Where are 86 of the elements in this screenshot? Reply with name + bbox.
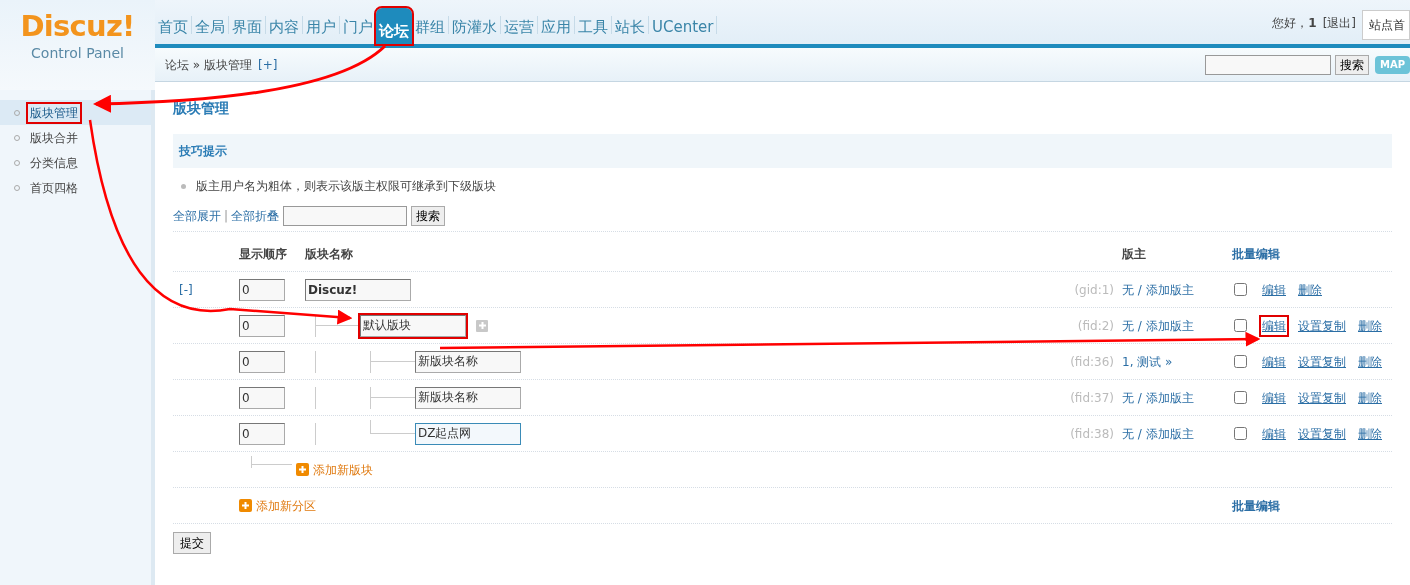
action-link[interactable]: 删除 — [1357, 424, 1383, 443]
filter-search-button[interactable]: 搜索 — [411, 205, 446, 226]
moderator-link[interactable]: 无 / 添加版主 — [1122, 316, 1232, 335]
sidebar-item[interactable]: 版块管理 — [0, 100, 151, 125]
name-field[interactable]: 默认版块 — [360, 314, 466, 337]
plus-icon — [239, 499, 252, 512]
add-forum-link[interactable]: 添加新版块 — [313, 460, 373, 479]
collapse-all-link[interactable]: 全部折叠 — [231, 206, 280, 225]
forum-id: (fid:2) — [1077, 317, 1114, 335]
nav-tab[interactable]: 内容 — [266, 14, 302, 40]
moderator-link[interactable]: 无 / 添加版主 — [1122, 280, 1232, 299]
batch-edit-button[interactable]: 批量编辑 — [1232, 496, 1392, 515]
action-link[interactable]: 删除 — [1357, 316, 1383, 335]
nav-tab[interactable]: 站长 — [612, 14, 648, 40]
logo-title: Discuz! — [20, 12, 135, 41]
nav-tab[interactable]: 用户 — [303, 14, 339, 40]
batch-checkbox[interactable] — [1234, 319, 1247, 332]
nav-tab[interactable]: 论坛 — [376, 8, 412, 44]
action-link[interactable]: 删除 — [1357, 352, 1383, 371]
moderator-link[interactable]: 1, 测试 » — [1122, 352, 1232, 371]
action-link[interactable]: 设置复制 — [1297, 388, 1347, 407]
tip-text: 版主用户名为粗体，则表示该版主权限可继承到下级版块 — [196, 178, 496, 195]
logout-link[interactable]: [退出] — [1322, 14, 1356, 32]
action-link[interactable]: 设置复制 — [1297, 316, 1347, 335]
nav-tab[interactable]: 界面 — [229, 14, 265, 40]
nav-tab[interactable]: 门户 — [340, 14, 376, 40]
moderator-link[interactable]: 无 / 添加版主 — [1122, 424, 1232, 443]
page-title: 版块管理 — [173, 99, 230, 118]
filter-field[interactable] — [283, 205, 408, 226]
action-link[interactable]: 编辑 — [1261, 280, 1287, 299]
forum-id: (fid:37) — [1070, 389, 1114, 407]
separator-text: | — [224, 207, 229, 225]
sidebar-item[interactable]: 分类信息 — [0, 150, 151, 175]
logo-subtitle: Control Panel — [31, 44, 124, 63]
action-link[interactable]: 删除 — [1297, 280, 1323, 299]
name-field[interactable]: 新版块名称 — [415, 350, 521, 373]
batch-checkbox[interactable] — [1234, 355, 1247, 368]
column-header: 版主 — [1122, 245, 1147, 263]
nav-tab[interactable]: 工具 — [575, 14, 611, 40]
sidebar-item[interactable]: 版块合并 — [0, 125, 151, 150]
search-button[interactable]: 搜索 — [1334, 54, 1369, 75]
add-section-link[interactable]: 添加新分区 — [256, 496, 316, 515]
action-link[interactable]: 设置复制 — [1297, 352, 1347, 371]
order-field[interactable]: 0 — [239, 386, 285, 409]
add-shortcut-link[interactable]: [+] — [258, 55, 278, 74]
forum-id: (fid:38) — [1070, 425, 1114, 443]
action-link[interactable]: 编辑 — [1261, 316, 1287, 335]
nav-tab[interactable]: 运营 — [501, 14, 537, 40]
name-field[interactable]: 新版块名称 — [415, 386, 521, 409]
column-header: 批量编辑 — [1232, 245, 1281, 263]
order-field[interactable]: 0 — [239, 422, 285, 445]
action-link[interactable]: 编辑 — [1261, 424, 1287, 443]
nav-tab[interactable]: UCenter — [649, 14, 717, 40]
nav-tab[interactable]: 首页 — [155, 14, 191, 40]
nav-tab[interactable]: 全局 — [192, 14, 228, 40]
moderator-link[interactable]: 无 / 添加版主 — [1122, 388, 1232, 407]
name-field[interactable]: DZ起点网 — [415, 422, 521, 445]
user-greeting: 您好，1 — [1272, 15, 1317, 32]
plus-icon — [296, 463, 309, 476]
site-select[interactable]: 站点首 — [1362, 10, 1410, 40]
action-link[interactable]: 编辑 — [1261, 352, 1287, 371]
column-header: 显示顺序 — [239, 245, 288, 263]
expand-all-link[interactable]: 全部展开 — [173, 206, 221, 225]
batch-checkbox[interactable] — [1234, 427, 1247, 440]
nav-tab[interactable]: 防灌水 — [449, 14, 500, 40]
action-link[interactable]: 设置复制 — [1297, 424, 1347, 443]
tips-title: 技巧提示 — [179, 143, 227, 160]
submit-button[interactable]: 提交 — [173, 532, 211, 554]
batch-checkbox[interactable] — [1234, 283, 1247, 296]
order-field[interactable]: 0 — [239, 314, 285, 337]
nav-tab[interactable]: 应用 — [538, 14, 574, 40]
batch-checkbox[interactable] — [1234, 391, 1247, 404]
nav-tab[interactable]: 群组 — [412, 14, 448, 40]
column-header: 版块名称 — [305, 245, 353, 263]
sidebar-item[interactable]: 首页四格 — [0, 175, 151, 200]
plus-icon — [476, 319, 488, 332]
action-link[interactable]: 删除 — [1357, 388, 1383, 407]
order-field[interactable]: 0 — [239, 278, 285, 301]
forum-id: (gid:1) — [1074, 281, 1114, 299]
breadcrumb: 论坛 » 版块管理 — [165, 56, 252, 74]
collapse-toggle[interactable]: [-] — [179, 280, 193, 299]
search-field[interactable] — [1204, 54, 1331, 75]
action-link[interactable]: 编辑 — [1261, 388, 1287, 407]
forum-id: (fid:36) — [1070, 353, 1114, 371]
order-field[interactable]: 0 — [239, 350, 285, 373]
name-field[interactable]: Discuz! — [305, 278, 411, 301]
